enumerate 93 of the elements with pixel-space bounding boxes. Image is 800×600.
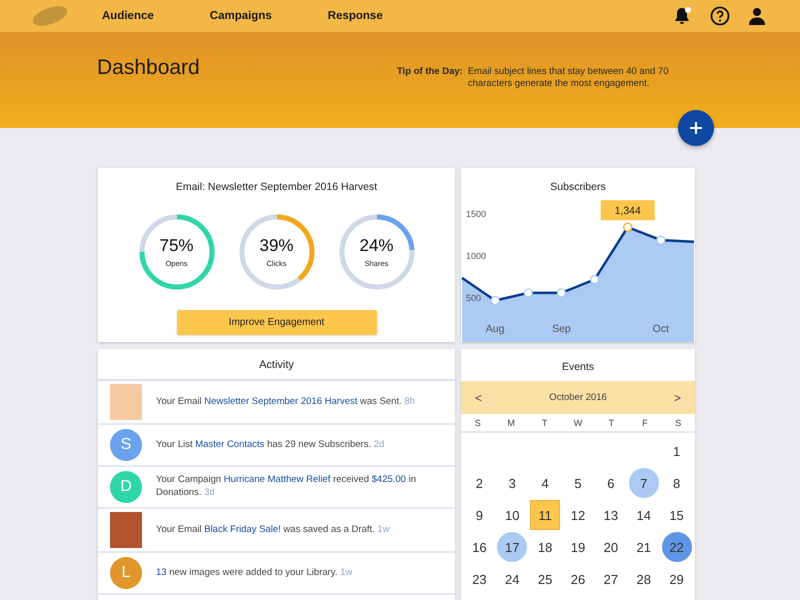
calendar-day[interactable]: 13 xyxy=(596,500,626,530)
calendar-day[interactable]: 29 xyxy=(662,564,692,594)
card-title: Email: Newsletter September 2016 Harvest xyxy=(174,180,378,193)
weekday-label: T xyxy=(540,418,548,428)
link[interactable]: Master Contacts xyxy=(195,438,264,450)
add-button[interactable] xyxy=(678,110,714,146)
calendar-day[interactable]: 28 xyxy=(628,564,659,594)
activity-text: Your List Master Contacts has 29 new Subscribers. 2d xyxy=(156,438,384,452)
user-icon[interactable] xyxy=(748,7,766,25)
gauge-value: 75% xyxy=(159,236,194,256)
calendar-day[interactable]: 22 xyxy=(662,532,692,562)
calendar-day[interactable]: 7 xyxy=(628,468,659,498)
weekday-label: M xyxy=(506,418,516,428)
calendar-day[interactable]: 20 xyxy=(596,532,626,562)
calendar-day[interactable]: 10 xyxy=(497,500,528,530)
calendar-day[interactable]: 18 xyxy=(530,532,560,562)
timestamp: 1w xyxy=(377,524,390,535)
activity-text: Your Campaign Hurricane Matthew Relief received $425.00 in Donations. 3d xyxy=(156,474,418,500)
calendar-day[interactable]: 8 xyxy=(662,468,692,498)
gauge-value: 24% xyxy=(359,236,394,256)
calendar-day[interactable]: 15 xyxy=(662,500,692,530)
gauge-value: 39% xyxy=(259,236,294,256)
timestamp: 1w xyxy=(340,566,352,578)
weekday-label: S xyxy=(674,418,682,428)
improve-button[interactable]: Improve Engagement xyxy=(176,310,376,335)
previous-month-button[interactable]: < xyxy=(471,390,486,404)
calendar-day[interactable]: 23 xyxy=(464,564,494,594)
link[interactable]: 13 xyxy=(156,566,167,578)
calendar-day[interactable]: 4 xyxy=(530,468,560,498)
timestamp: 2d xyxy=(374,438,384,450)
axis-label: 1500 xyxy=(466,209,486,220)
nav-link[interactable]: Audience xyxy=(102,10,154,22)
avatar: L xyxy=(110,557,142,589)
calendar-day[interactable]: 19 xyxy=(562,532,593,562)
bell-icon[interactable] xyxy=(672,6,692,26)
calendar-day[interactable]: 24 xyxy=(497,564,528,594)
weekday-label: T xyxy=(608,418,616,428)
photo-placeholder xyxy=(110,512,142,548)
calendar-day[interactable]: 27 xyxy=(596,564,626,594)
weekday-label: W xyxy=(572,418,584,428)
next-month-button[interactable]: > xyxy=(670,390,685,404)
calendar-day[interactable]: 2 xyxy=(464,468,494,498)
annotation: 1,344 xyxy=(614,205,642,218)
timestamp: 3d xyxy=(204,487,215,498)
avatar: D xyxy=(110,471,142,503)
calendar-day[interactable]: 26 xyxy=(562,564,593,594)
calendar-day[interactable]: 25 xyxy=(530,564,560,594)
calendar-day[interactable]: 1 xyxy=(662,436,692,466)
calendar-day[interactable]: 11 xyxy=(530,500,560,530)
data-point xyxy=(623,222,632,232)
calendar-day[interactable]: 12 xyxy=(562,500,593,530)
weekday-label: F xyxy=(641,418,649,428)
calendar-day[interactable]: 14 xyxy=(628,500,659,530)
card-title: Activity xyxy=(98,349,455,381)
data-point xyxy=(556,288,566,298)
data-point xyxy=(590,274,600,284)
calendar-day[interactable]: 5 xyxy=(562,468,593,498)
link[interactable]: Black Friday Sale! xyxy=(204,524,281,535)
value-tooltip: 1,344 xyxy=(600,200,655,220)
activity-text: Your Email Newsletter September 2016 Harvest was Sent. 8h xyxy=(156,396,415,408)
axis-label: 1000 xyxy=(466,251,486,262)
timestamp: 8h xyxy=(404,396,415,407)
weekday-label: S xyxy=(474,418,482,428)
photo-placeholder xyxy=(110,384,142,420)
data-point xyxy=(524,288,533,298)
calendar-day[interactable]: 6 xyxy=(596,468,626,498)
tip-label: Tip of the Day: xyxy=(397,66,463,79)
tip-text: Email subject lines that stay between 40 and 70 characters generate the most engagement. xyxy=(468,66,670,91)
nav-link[interactable]: Campaigns xyxy=(210,10,272,22)
data-point xyxy=(490,296,500,306)
page-title: Dashboard xyxy=(97,56,201,80)
axis-label: 500 xyxy=(466,292,482,303)
calendar-day[interactable]: 3 xyxy=(497,468,528,498)
help-icon[interactable] xyxy=(710,6,730,26)
axis-label: Aug xyxy=(486,323,504,335)
avatar: S xyxy=(110,429,142,461)
calendar-day[interactable]: 9 xyxy=(464,500,494,530)
calendar-day[interactable]: 17 xyxy=(497,532,528,562)
month-label: October 2016 xyxy=(549,392,607,403)
activity-text: Your Email Black Friday Sale! was saved as a Draft. 1w xyxy=(156,524,390,536)
data-point xyxy=(656,236,666,245)
card-title: Subscribers xyxy=(549,180,607,193)
plus-icon xyxy=(689,121,703,135)
calendar-day[interactable]: 21 xyxy=(628,532,659,562)
nav-link[interactable]: Response xyxy=(328,10,383,22)
activity-text: 13 new images were added to your Library. 1w xyxy=(156,566,352,580)
link[interactable]: $425.00 xyxy=(372,474,406,486)
axis-label: Sep xyxy=(552,323,571,335)
link[interactable]: Newsletter September 2016 Harvest xyxy=(204,396,358,407)
calendar-day[interactable]: 16 xyxy=(464,532,494,562)
axis-label: Oct xyxy=(652,323,670,335)
card-title: Events xyxy=(560,360,596,375)
link[interactable]: Hurricane Matthew Relief xyxy=(224,474,330,486)
